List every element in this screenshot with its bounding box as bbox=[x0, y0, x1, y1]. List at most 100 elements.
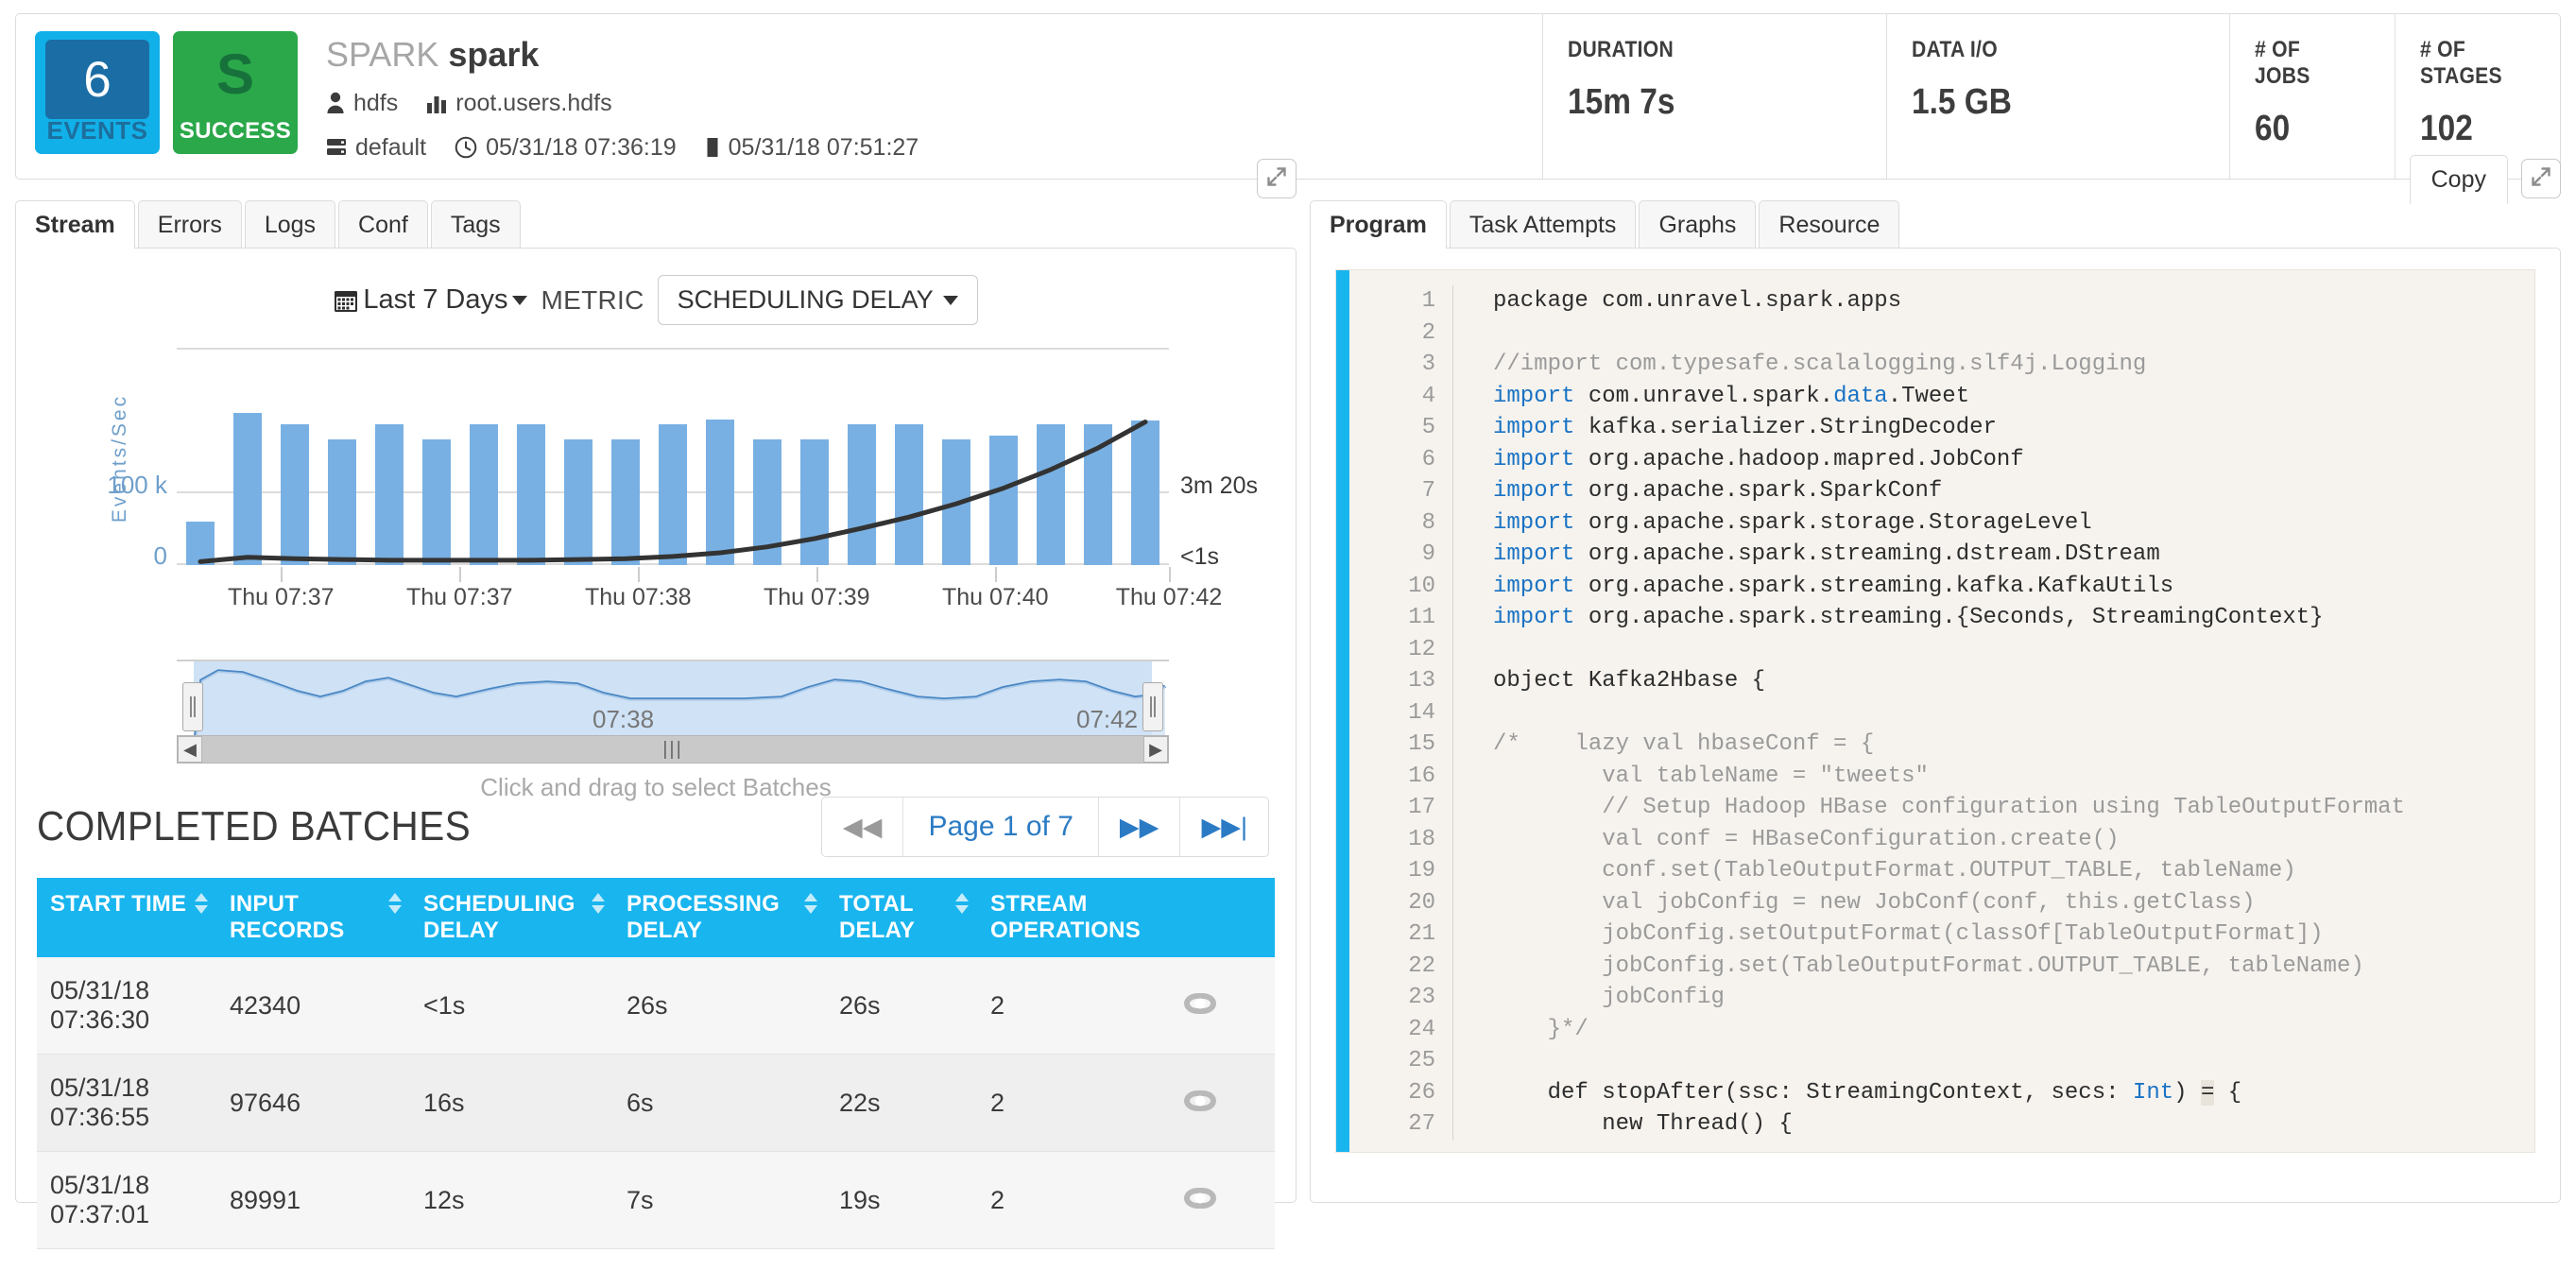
chart-x-tick-label: Thu 07:38 bbox=[584, 584, 692, 610]
code-line: 5 import kafka.serializer.StringDecoder bbox=[1349, 412, 2534, 444]
user-group: hdfs bbox=[326, 90, 398, 117]
navigator-scrollbar[interactable]: ||| ◀ ▶ bbox=[177, 735, 1169, 764]
left-tabs: Stream Errors Logs Conf Tags bbox=[15, 159, 1297, 249]
cell-view-action[interactable] bbox=[1171, 1151, 1275, 1249]
table-row[interactable]: 05/31/18 07:37:01 89991 12s 7s 19s 2 bbox=[37, 1151, 1275, 1249]
batches-table: START TIME INPUT RECORDS SCHEDULING DELA… bbox=[37, 878, 1275, 1249]
cluster-group: default bbox=[326, 134, 426, 162]
main-content: Stream Errors Logs Conf Tags Last 7 Days bbox=[15, 155, 2561, 1249]
sort-arrows bbox=[195, 893, 208, 914]
col-input-records[interactable]: INPUT RECORDS bbox=[216, 878, 410, 957]
code-line-text: jobConfig.set(TableOutputFormat.OUTPUT_T… bbox=[1493, 952, 2364, 979]
tab-errors[interactable]: Errors bbox=[137, 200, 242, 249]
col-start-time[interactable]: START TIME bbox=[37, 878, 216, 957]
events-badge-inner: 6 bbox=[45, 40, 149, 119]
tab-logs[interactable]: Logs bbox=[244, 200, 336, 249]
code-line-text: import org.apache.hadoop.mapred.JobConf bbox=[1493, 446, 2024, 472]
code-line-number: 15 bbox=[1349, 729, 1453, 761]
expand-left-panel-button[interactable] bbox=[1257, 159, 1297, 198]
cell-stream-operations: 2 bbox=[977, 1151, 1171, 1249]
col-processing-delay[interactable]: PROCESSING DELAY bbox=[613, 878, 826, 957]
code-line-number: 17 bbox=[1349, 792, 1453, 824]
queue-group: root.users.hdfs bbox=[426, 90, 612, 117]
chart-x-tick-mark bbox=[816, 567, 819, 582]
events-badge[interactable]: 6 EVENTS bbox=[35, 31, 160, 154]
expand-right-panel-button[interactable] bbox=[2521, 159, 2561, 198]
code-line-text: package com.unravel.spark.apps bbox=[1493, 288, 1902, 314]
eye-icon[interactable] bbox=[1184, 1187, 1216, 1209]
tab-task-attempts[interactable]: Task Attempts bbox=[1449, 200, 1637, 249]
chart-x-tick-mark bbox=[1169, 567, 1171, 582]
col-stream-operations-label: STREAM OPERATIONS bbox=[990, 891, 1141, 943]
eye-icon[interactable] bbox=[1184, 1090, 1216, 1111]
metric-select[interactable]: SCHEDULING DELAY bbox=[657, 275, 978, 325]
clock-icon bbox=[455, 136, 477, 159]
pagination-first-button[interactable]: ◀◀ bbox=[822, 798, 904, 856]
stream-panel: Last 7 Days METRIC SCHEDULING DELAY Even… bbox=[15, 248, 1297, 1249]
metric-data-io-label: DATA I/O bbox=[1911, 37, 1998, 62]
col-scheduling-delay[interactable]: SCHEDULING DELAY bbox=[410, 878, 613, 957]
cell-processing-delay: 6s bbox=[613, 1054, 826, 1152]
cell-view-action[interactable] bbox=[1171, 1054, 1275, 1152]
code-line-number: 13 bbox=[1349, 665, 1453, 697]
stream-chart: Events/Sec 100 k 0 3m 20s <1s Thu 07:37 T… bbox=[16, 348, 1296, 764]
chart-navigator[interactable]: 07:38 07:42 ||| ◀ ▶ bbox=[177, 660, 1169, 764]
expand-icon bbox=[2530, 165, 2552, 193]
table-row[interactable]: 05/31/18 07:36:55 97646 16s 6s 22s 2 bbox=[37, 1054, 1275, 1152]
end-time-value: 05/31/18 07:51:27 bbox=[728, 133, 919, 161]
date-range-picker[interactable]: Last 7 Days bbox=[334, 284, 528, 316]
navigator-handle-right[interactable] bbox=[1142, 682, 1163, 731]
code-line-number: 6 bbox=[1349, 443, 1453, 475]
col-stream-operations[interactable]: STREAM OPERATIONS bbox=[977, 878, 1171, 957]
code-line-number: 11 bbox=[1349, 602, 1453, 634]
eye-icon[interactable] bbox=[1184, 992, 1216, 1014]
chart-x-tick-mark bbox=[638, 567, 641, 582]
col-total-delay-label: TOTAL DELAY bbox=[839, 891, 916, 943]
pagination-page-text: Page 1 of 7 bbox=[903, 798, 1099, 856]
pagination-next-button[interactable]: ▶▶ bbox=[1099, 798, 1181, 856]
chart-plot-area[interactable]: Thu 07:37 Thu 07:37 Thu 07:38 Thu 07:39 Thu … bbox=[177, 348, 1222, 610]
date-range-label: Last 7 Days bbox=[363, 284, 508, 315]
table-row[interactable]: 05/31/18 07:36:30 42340 <1s 26s 26s 2 bbox=[37, 957, 1275, 1055]
navigator-handle-left[interactable] bbox=[182, 682, 203, 731]
page-title: SPARK spark bbox=[326, 37, 939, 73]
bar-chart-icon bbox=[426, 93, 447, 114]
scrollbar-left-arrow[interactable]: ◀ bbox=[178, 736, 202, 763]
tab-graphs[interactable]: Graphs bbox=[1639, 200, 1757, 249]
code-line: 17 // Setup Hadoop HBase configuration u… bbox=[1349, 792, 2534, 824]
col-start-time-label: START TIME bbox=[50, 891, 187, 917]
chart-controls: Last 7 Days METRIC SCHEDULING DELAY bbox=[16, 249, 1296, 325]
code-line-number: 23 bbox=[1349, 982, 1453, 1014]
start-time-value: 05/31/18 07:36:19 bbox=[486, 133, 677, 161]
calendar-icon bbox=[334, 288, 358, 313]
code-line: 14 bbox=[1349, 696, 2534, 729]
code-line: 2 bbox=[1349, 317, 2534, 349]
code-line-text: jobConfig.setOutputFormat(classOf[TableO… bbox=[1493, 921, 2324, 947]
tab-tags[interactable]: Tags bbox=[430, 200, 521, 249]
tab-resource[interactable]: Resource bbox=[1759, 200, 1900, 249]
code-line-number: 14 bbox=[1349, 696, 1453, 729]
code-viewer[interactable]: 1 package com.unravel.spark.apps 2 3 //impo… bbox=[1335, 269, 2535, 1153]
code-line-number: 24 bbox=[1349, 1013, 1453, 1045]
chart-x-tick-label: Thu 07:42 bbox=[1115, 584, 1223, 610]
metric-duration-value: 15m 7s bbox=[1568, 82, 1675, 122]
tab-conf[interactable]: Conf bbox=[338, 200, 428, 249]
code-line-text: // Setup Hadoop HBase configuration usin… bbox=[1493, 795, 2405, 820]
code-line-text: /* lazy val hbaseConf = { bbox=[1493, 731, 1875, 757]
events-label: EVENTS bbox=[46, 116, 148, 145]
tab-program[interactable]: Program bbox=[1310, 200, 1447, 249]
col-total-delay[interactable]: TOTAL DELAY bbox=[826, 878, 977, 957]
code-line-number: 1 bbox=[1349, 285, 1453, 318]
scrollbar-right-arrow[interactable]: ▶ bbox=[1143, 736, 1168, 763]
tab-stream[interactable]: Stream bbox=[15, 200, 135, 249]
cell-view-action[interactable] bbox=[1171, 957, 1275, 1055]
pagination-last-button[interactable]: ▶▶| bbox=[1180, 798, 1268, 856]
code-line-text: import org.apache.spark.storage.StorageL… bbox=[1493, 509, 2092, 536]
code-line-text: import com.unravel.spark.data.Tweet bbox=[1493, 383, 1970, 409]
app-kind: SPARK bbox=[326, 35, 439, 74]
copy-button[interactable]: Copy bbox=[2409, 155, 2508, 204]
code-line: 27 new Thread() { bbox=[1349, 1108, 2534, 1141]
code-line-text: def stopAfter(ssc: StreamingContext, sec… bbox=[1493, 1079, 2242, 1106]
code-line: 23 jobConfig bbox=[1349, 982, 2534, 1014]
